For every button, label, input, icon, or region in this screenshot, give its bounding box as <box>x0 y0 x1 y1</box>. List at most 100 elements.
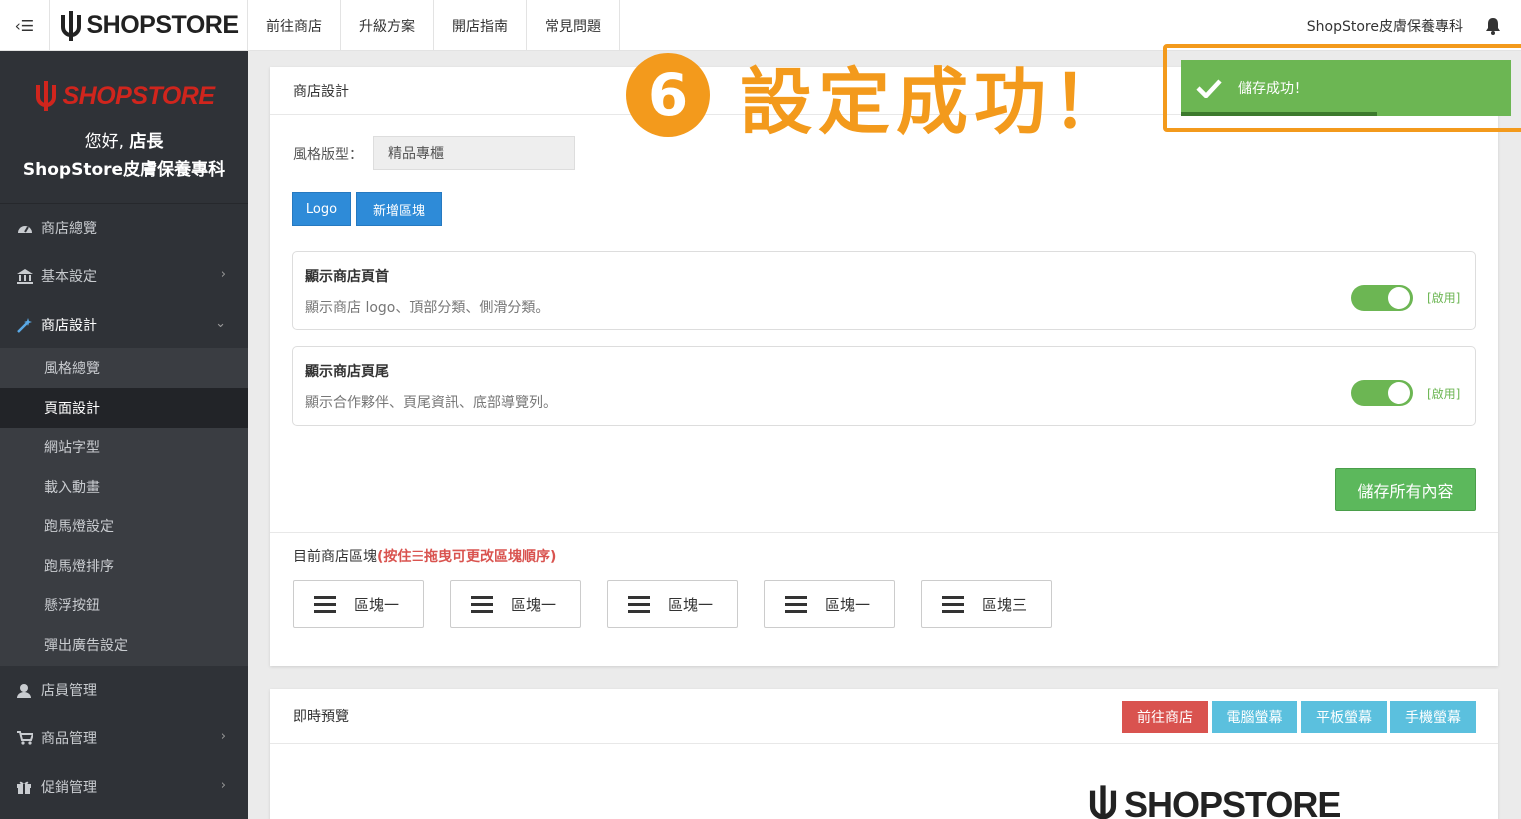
card-title: 顯示商店頁首 <box>305 269 389 285</box>
blocks-hint: (按住☰拖曳可更改區塊順序) <box>377 549 557 565</box>
block-label: 區塊一 <box>354 595 400 614</box>
drag-handle-icon[interactable] <box>785 595 807 613</box>
sidebar-item-label: 商店總覽 <box>41 221 97 237</box>
submenu-site-font[interactable]: 網站字型 <box>0 427 248 467</box>
top-nav: 前往商店 升級方案 開店指南 常見問題 <box>248 0 620 51</box>
footer-setting-card: 顯示商店頁尾 顯示合作夥伴、頁尾資訊、底部導覽列。 [啟用] <box>292 346 1476 426</box>
mobile-view-button[interactable]: 手機螢幕 <box>1390 701 1476 733</box>
logo-button[interactable]: Logo <box>292 192 351 226</box>
blocks-title: 目前商店區塊(按住☰拖曳可更改區塊順序) <box>293 546 556 566</box>
nav-faq[interactable]: 常見問題 <box>527 0 620 51</box>
sidebar-item-label: 基本設定 <box>41 269 97 285</box>
user-secret-icon <box>17 683 41 698</box>
annotation-frame <box>1163 44 1521 132</box>
blocks-title-text: 目前商店區塊 <box>293 549 377 565</box>
block-label: 區塊三 <box>982 595 1028 614</box>
block-label: 區塊一 <box>511 595 557 614</box>
style-label: 風格版型： <box>293 147 363 163</box>
brand-name: SHOPSTORE <box>86 11 239 39</box>
user-role: 店長 <box>129 132 164 152</box>
header-setting-card: 顯示商店頁首 顯示商店 logo、頂部分類、側滑分類。 [啟用] <box>292 251 1476 330</box>
card-title: 顯示商店頁尾 <box>305 364 389 380</box>
header-toggle[interactable] <box>1351 285 1413 311</box>
chevron-down-icon: ⌄ <box>215 316 226 331</box>
sidebar-item-products[interactable]: 商品管理 › <box>0 714 248 762</box>
add-block-button[interactable]: 新增區塊 <box>356 192 442 226</box>
drag-handle-icon[interactable] <box>471 595 493 613</box>
bank-icon <box>17 268 41 284</box>
go-store-button[interactable]: 前往商店 <box>1122 701 1208 733</box>
sidebar-item-label: 店員管理 <box>41 683 97 699</box>
sidebar-item-basic-settings[interactable]: 基本設定 › <box>0 252 248 300</box>
sidebar-item-store-design[interactable]: 商店設計 ⌄ <box>0 301 248 349</box>
nav-upgrade[interactable]: 升級方案 <box>341 0 434 51</box>
style-field: 精品專櫃 <box>373 136 575 170</box>
preview-logo-text: SHOPSTORE <box>1124 784 1341 819</box>
tablet-view-button[interactable]: 平板螢幕 <box>1301 701 1387 733</box>
sidebar-logo-text: SHOPSTORE <box>62 81 215 110</box>
block-item[interactable]: 區塊一 <box>764 580 895 628</box>
footer-toggle[interactable] <box>1351 380 1413 406</box>
submenu-loading-animation[interactable]: 載入動畫 <box>0 467 248 507</box>
card-desc: 顯示合作夥伴、頁尾資訊、底部導覽列。 <box>305 395 557 411</box>
block-item[interactable]: 區塊一 <box>607 580 738 628</box>
toggle-knob <box>1388 287 1410 309</box>
greeting: 您好, 店長 <box>0 127 248 152</box>
sidebar-item-label: 商品管理 <box>41 731 97 747</box>
shopstore-logo-icon <box>1089 785 1117 819</box>
sidebar-toggle-button[interactable]: ‹☰ <box>0 0 50 51</box>
drag-handle-icon[interactable] <box>942 595 964 613</box>
live-preview-panel: 即時預覽 前往商店 電腦螢幕 平板螢幕 手機螢幕 SHOPSTORE <box>270 689 1498 819</box>
tutorial-annotation: 6 設定成功！ <box>626 53 1130 144</box>
submenu-marquee-settings[interactable]: 跑馬燈設定 <box>0 506 248 546</box>
block-label: 區塊一 <box>668 595 714 614</box>
drag-handle-icon[interactable] <box>628 595 650 613</box>
shopping-cart-icon <box>17 731 41 745</box>
toggle-status: [啟用] <box>1427 291 1461 305</box>
submenu-floating-button[interactable]: 懸浮按鈕 <box>0 585 248 625</box>
brand-logo[interactable]: SHOPSTORE <box>50 0 248 51</box>
save-all-button[interactable]: 儲存所有內容 <box>1335 468 1476 511</box>
block-item[interactable]: 區塊一 <box>293 580 424 628</box>
chevron-right-icon: › <box>220 729 226 744</box>
dashboard-icon <box>17 221 41 235</box>
shop-name-link[interactable]: ShopStore皮膚保養專科 <box>1307 16 1463 36</box>
store-design-submenu: 風格總覽 頁面設計 網站字型 載入動畫 跑馬燈設定 跑馬燈排序 懸浮按鈕 彈出廣… <box>0 348 248 666</box>
hamburger-icon: ‹☰ <box>14 16 35 35</box>
block-label: 區塊一 <box>825 595 871 614</box>
store-name: ShopStore皮膚保養專科 <box>22 160 226 180</box>
sidebar-logo: SHOPSTORE <box>0 81 248 111</box>
sidebar-item-promotions[interactable]: 促銷管理 › <box>0 763 248 811</box>
gift-icon <box>17 780 41 794</box>
sidebar-item-label: 商店設計 <box>41 318 97 334</box>
sidebar-item-label: 促銷管理 <box>41 780 97 796</box>
submenu-marquee-order[interactable]: 跑馬燈排序 <box>0 546 248 586</box>
section-divider <box>270 532 1498 533</box>
bell-icon[interactable] <box>1485 17 1501 35</box>
submenu-page-design[interactable]: 頁面設計 <box>0 388 248 428</box>
nav-guide[interactable]: 開店指南 <box>434 0 527 51</box>
toggle-status: [啟用] <box>1427 387 1461 401</box>
block-item[interactable]: 區塊三 <box>921 580 1052 628</box>
card-desc: 顯示商店 logo、頂部分類、側滑分類。 <box>305 300 550 316</box>
chevron-right-icon: › <box>220 778 226 793</box>
chevron-right-icon: › <box>220 267 226 282</box>
preview-logo: SHOPSTORE <box>1086 784 1341 819</box>
submenu-style-overview[interactable]: 風格總覽 <box>0 348 248 388</box>
block-item[interactable]: 區塊一 <box>450 580 581 628</box>
magic-wand-icon <box>17 317 41 333</box>
shopstore-logo-icon <box>36 81 57 111</box>
store-design-panel: 商店設計 風格版型： 精品專櫃 Logo 新增區塊 顯示商店頁首 顯示商店 lo… <box>270 67 1498 666</box>
step-number: 6 <box>626 53 710 137</box>
shopstore-logo-icon <box>61 10 82 41</box>
sidebar: SHOPSTORE 您好, 店長 ShopStore皮膚保養專科 商店總覽 基本… <box>0 51 248 819</box>
submenu-popup-ad[interactable]: 彈出廣告設定 <box>0 625 248 665</box>
drag-handle-icon[interactable] <box>314 595 336 613</box>
greeting-text: 您好, <box>84 132 124 152</box>
sidebar-item-overview[interactable]: 商店總覽 <box>0 204 248 252</box>
sidebar-item-staff[interactable]: 店員管理 <box>0 666 248 714</box>
nav-go-store[interactable]: 前往商店 <box>248 0 341 51</box>
desktop-view-button[interactable]: 電腦螢幕 <box>1212 701 1297 733</box>
toggle-knob <box>1388 382 1410 404</box>
step-text: 設定成功！ <box>740 59 1131 144</box>
